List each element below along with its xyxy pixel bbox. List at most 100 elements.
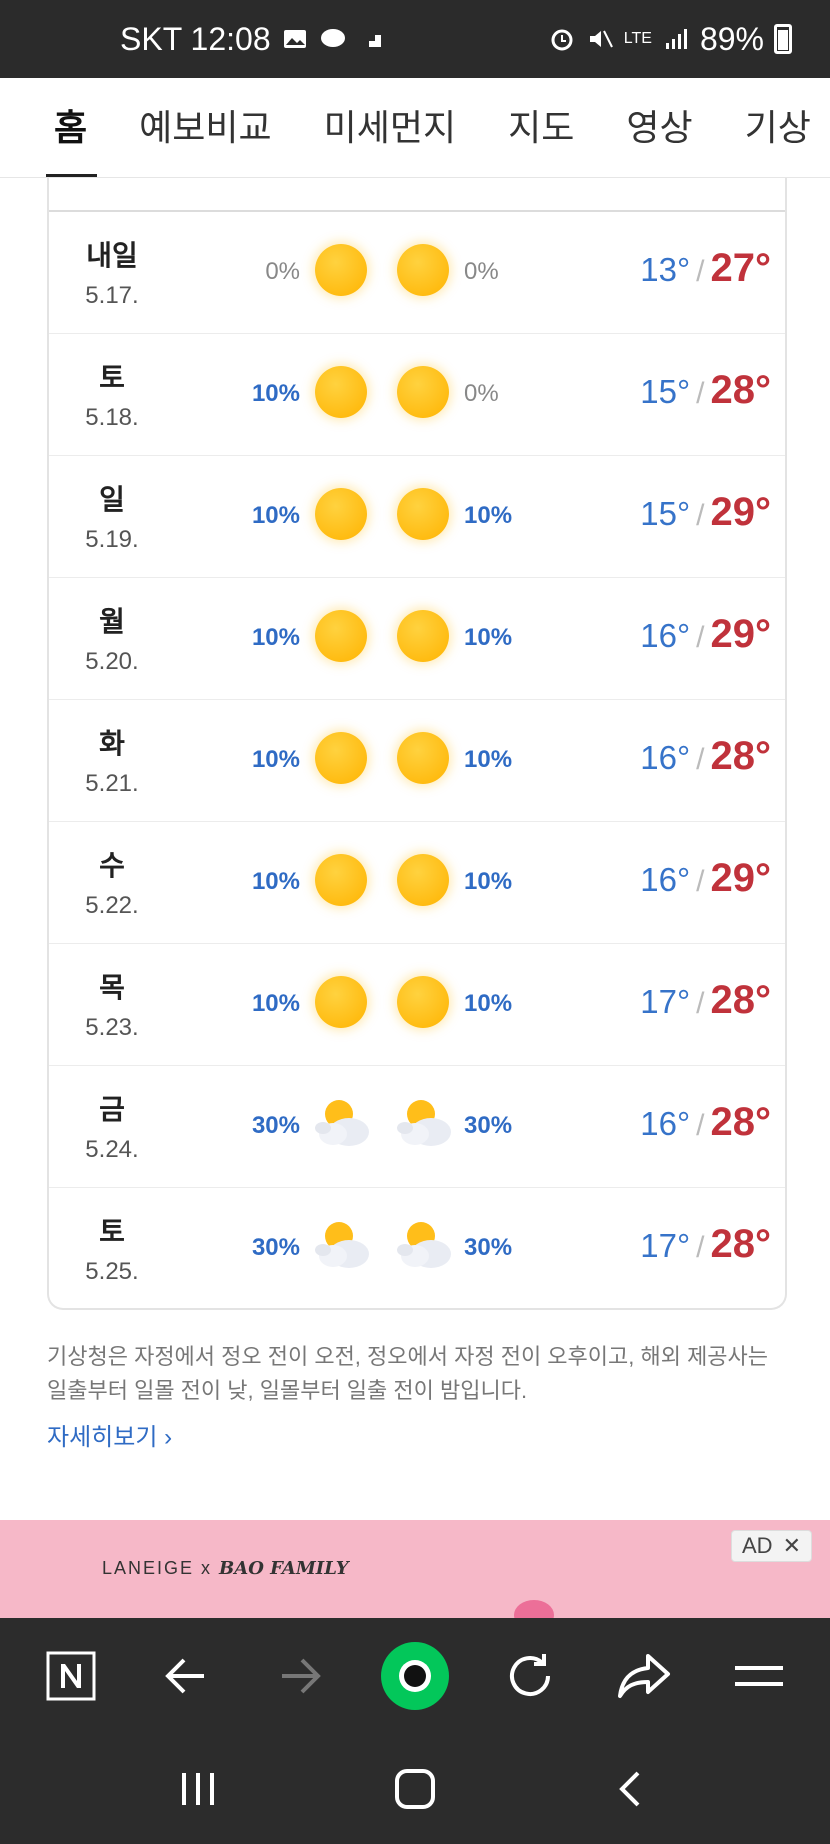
- ad-brand: LANEIGE x BAO FAMILY: [102, 1558, 349, 1579]
- temp-low: 17°: [640, 1227, 691, 1264]
- day-name: 목: [99, 972, 125, 1003]
- temperature-range: 15°/28°: [640, 368, 771, 413]
- day-date: 5.24.: [85, 1136, 139, 1163]
- share-icon: [618, 1654, 671, 1698]
- sun-icon: [393, 362, 453, 422]
- sun-icon: [393, 606, 453, 666]
- forecast-row[interactable]: 토 5.25. 30% 30% 17°/28°: [49, 1188, 785, 1310]
- tab-weather-more[interactable]: 기상: [719, 78, 830, 177]
- sun-icon: [311, 484, 371, 544]
- day-name: 토: [99, 362, 125, 393]
- forward-button[interactable]: [265, 1641, 335, 1711]
- temp-high: 29°: [710, 490, 772, 534]
- system-nav-bar: [0, 1734, 830, 1844]
- forecast-row[interactable]: 금 5.24. 30% 30% 16°/28°: [49, 1066, 785, 1188]
- forecast-day: 토 5.25.: [77, 1210, 147, 1286]
- ad-badge[interactable]: AD ✕: [731, 1530, 812, 1562]
- forecast-day: 내일 5.17.: [77, 234, 147, 310]
- menu-button[interactable]: [724, 1641, 794, 1711]
- day-name: 내일: [86, 240, 138, 271]
- day-name: 토: [99, 1216, 125, 1247]
- temp-separator: /: [696, 1109, 705, 1142]
- battery-level: 89%: [699, 20, 764, 57]
- temp-low: 16°: [640, 1105, 691, 1142]
- naver-home-button[interactable]: [36, 1641, 106, 1711]
- temp-low: 17°: [640, 983, 691, 1020]
- pm-rain-chance: 0%: [464, 258, 499, 285]
- forecast-row[interactable]: 일 5.19. 10% 10% 15°/29°: [49, 456, 785, 578]
- tab-forecast-compare[interactable]: 예보비교: [113, 78, 297, 177]
- temperature-range: 17°/28°: [640, 978, 771, 1023]
- temp-low: 15°: [640, 495, 691, 532]
- forecast-row[interactable]: 토 5.18. 10% 0% 15°/28°: [49, 334, 785, 456]
- tab-video[interactable]: 영상: [600, 78, 718, 177]
- battery-icon: [774, 24, 792, 54]
- status-bar: SKT 12:08 LTE 89%: [0, 0, 830, 78]
- forecast-row[interactable]: 내일 5.17. 0% 0% 13°/27°: [49, 212, 785, 334]
- system-back-button[interactable]: [597, 1754, 667, 1824]
- ad-graphic: [514, 1600, 554, 1618]
- temperature-range: 16°/29°: [640, 612, 771, 657]
- sun-icon: [393, 972, 453, 1032]
- home-button[interactable]: [380, 1754, 450, 1824]
- more-link[interactable]: 자세히보기 ›: [47, 1417, 172, 1452]
- day-date: 5.20.: [85, 648, 139, 675]
- share-button[interactable]: [609, 1641, 679, 1711]
- tab-bar: 홈 예보비교 미세먼지 지도 영상 기상: [0, 78, 830, 178]
- stairs-icon: [360, 35, 381, 47]
- partly-cloudy-icon: [393, 1216, 453, 1276]
- pm-rain-chance: 10%: [464, 990, 513, 1017]
- tab-home[interactable]: 홈: [0, 78, 113, 177]
- temperature-range: 16°/29°: [640, 856, 771, 901]
- day-date: 5.21.: [85, 770, 139, 797]
- signal-icon: [665, 29, 687, 49]
- gallery-icon: [283, 30, 306, 48]
- home-icon: [394, 1769, 435, 1809]
- temp-separator: /: [696, 499, 705, 532]
- forecast-day: 금 5.24.: [77, 1088, 147, 1164]
- sun-icon: [311, 850, 371, 910]
- back-button[interactable]: [151, 1641, 221, 1711]
- sun-icon: [393, 484, 453, 544]
- pm-rain-chance: 0%: [464, 380, 499, 407]
- forecast-row[interactable]: 화 5.21. 10% 10% 16°/28°: [49, 700, 785, 822]
- forecast-row[interactable]: 월 5.20. 10% 10% 16°/29°: [49, 578, 785, 700]
- tab-fine-dust[interactable]: 미세먼지: [298, 78, 482, 177]
- refresh-icon: [509, 1654, 550, 1697]
- sun-icon: [393, 240, 453, 300]
- sun-icon: [311, 972, 371, 1032]
- ad-banner[interactable]: LANEIGE x BAO FAMILY AD ✕: [0, 1520, 830, 1618]
- day-date: 5.23.: [85, 1014, 139, 1041]
- day-date: 5.22.: [85, 892, 139, 919]
- forecast-note: 기상청은 자정에서 정오 전이 오전, 정오에서 자정 전이 오후이고, 해외 …: [47, 1344, 769, 1403]
- green-dot-button[interactable]: [380, 1641, 450, 1711]
- day-name: 수: [99, 850, 125, 881]
- refresh-button[interactable]: [495, 1641, 565, 1711]
- tab-map[interactable]: 지도: [482, 78, 600, 177]
- pm-rain-chance: 30%: [464, 1234, 513, 1261]
- temp-separator: /: [696, 743, 705, 776]
- partly-cloudy-icon: [393, 1094, 453, 1154]
- temp-separator: /: [696, 865, 705, 898]
- forecast-row[interactable]: 수 5.22. 10% 10% 16°/29°: [49, 822, 785, 944]
- mute-icon: [589, 30, 613, 48]
- sun-icon: [393, 728, 453, 788]
- pm-rain-chance: 10%: [464, 502, 513, 529]
- partly-cloudy-icon: [311, 1216, 371, 1276]
- temp-separator: /: [696, 987, 705, 1020]
- am-rain-chance: 10%: [251, 502, 300, 529]
- forecast-row[interactable]: 목 5.23. 10% 10% 17°/28°: [49, 944, 785, 1066]
- temperature-range: 17°/28°: [640, 1222, 771, 1267]
- temp-separator: /: [696, 621, 705, 654]
- temp-high: 28°: [710, 978, 772, 1022]
- am-rain-chance: 30%: [251, 1234, 300, 1261]
- temp-low: 16°: [640, 617, 691, 654]
- forecast-day: 목 5.23.: [77, 966, 147, 1042]
- forecast-day: 토 5.18.: [77, 356, 147, 432]
- ad-close-icon[interactable]: ✕: [783, 1533, 801, 1559]
- sun-icon: [311, 240, 371, 300]
- am-rain-chance: 0%: [265, 258, 300, 285]
- pm-rain-chance: 10%: [464, 624, 513, 651]
- recent-apps-button[interactable]: [163, 1754, 233, 1824]
- temp-high: 28°: [710, 1222, 772, 1266]
